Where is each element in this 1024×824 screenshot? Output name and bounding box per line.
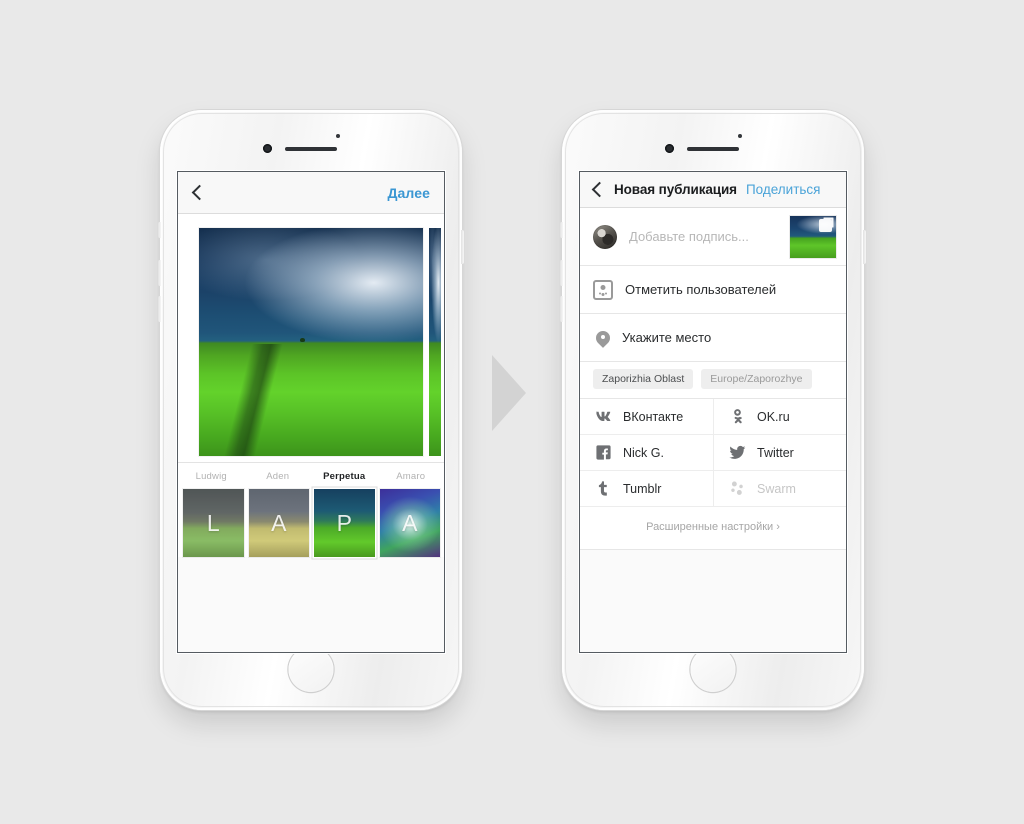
power-button[interactable] — [461, 230, 464, 264]
left-phone-screen: Далее Ludwig Aden Perpetua Amaro L A P A — [178, 172, 444, 652]
avatar — [593, 224, 617, 249]
id-card-icon — [593, 279, 613, 300]
social-label-ok: OK.ru — [757, 409, 790, 424]
tumblr-icon — [595, 480, 612, 497]
caption-input[interactable]: Добавьте подпись... — [629, 229, 778, 244]
field-path-detail — [203, 344, 305, 456]
filter-thumb-aden[interactable]: A — [248, 489, 309, 557]
social-row-twitter[interactable]: Twitter — [713, 435, 846, 471]
filter-letter-aden: A — [271, 509, 287, 536]
front-camera-icon — [665, 144, 674, 153]
social-share-grid: ВКонтакте OK.ru Nick G. Twitter Tumblr S… — [580, 399, 846, 507]
filter-thumb-perpetua[interactable]: P — [314, 489, 375, 557]
social-row-ok[interactable]: OK.ru — [713, 399, 846, 435]
proximity-sensor-icon — [738, 134, 742, 138]
tag-users-label: Отметить пользователей — [625, 282, 777, 297]
chevron-left-icon[interactable] — [591, 181, 608, 198]
filter-name-row: Ludwig Aden Perpetua Amaro — [178, 463, 444, 489]
silent-switch[interactable] — [158, 222, 161, 238]
multiple-photos-icon — [819, 218, 832, 232]
filter-letter-perpetua: P — [336, 509, 352, 536]
field-photo-image-peek — [429, 228, 441, 456]
filter-letter-amaro: A — [402, 509, 418, 536]
social-label-tumblr: Tumblr — [623, 481, 662, 496]
chevron-left-icon[interactable] — [191, 184, 208, 201]
filter-strip-spacer — [178, 557, 444, 652]
facebook-icon — [595, 444, 612, 461]
volume-down-button[interactable] — [158, 296, 161, 322]
filter-name-aden[interactable]: Aden — [245, 471, 312, 482]
swarm-icon — [729, 480, 746, 497]
location-chips-row: Zaporizhia Oblast Europe/Zaporozhye — [580, 362, 846, 399]
screenshot-stage: Далее Ludwig Aden Perpetua Amaro L A P A… — [0, 0, 1024, 824]
filter-name-perpetua[interactable]: Perpetua — [311, 471, 378, 482]
location-chip-region[interactable]: Zaporizhia Oblast — [593, 369, 694, 389]
share-button[interactable]: Поделиться — [746, 182, 821, 197]
social-row-swarm[interactable]: Swarm — [713, 471, 846, 507]
share-screen-navbar: Новая публикация Поделиться — [580, 172, 846, 208]
proximity-sensor-icon — [336, 134, 340, 138]
location-label: Укажите место — [622, 330, 712, 345]
silent-switch[interactable] — [560, 222, 563, 238]
power-button[interactable] — [863, 230, 866, 264]
filter-thumb-ludwig[interactable]: L — [183, 489, 244, 557]
social-label-swarm: Swarm — [757, 481, 796, 496]
home-button[interactable] — [288, 647, 334, 692]
social-row-tumblr[interactable]: Tumblr — [580, 471, 713, 507]
next-button[interactable]: Далее — [387, 185, 430, 201]
tag-users-row[interactable]: Отметить пользователей — [580, 266, 846, 314]
home-button[interactable] — [690, 647, 736, 692]
advanced-settings-link[interactable]: Расширенные настройки › — [580, 507, 846, 550]
social-row-vk[interactable]: ВКонтакте — [580, 399, 713, 435]
earpiece-speaker — [687, 147, 739, 151]
edit-screen-navbar: Далее — [178, 172, 444, 214]
caption-row[interactable]: Добавьте подпись... — [580, 208, 846, 266]
phone-left-device: Далее Ludwig Aden Perpetua Amaro L A P A — [158, 110, 464, 710]
social-label-twitter: Twitter — [757, 445, 794, 460]
location-row[interactable]: Укажите место — [580, 314, 846, 362]
social-label-vk: ВКонтакте — [623, 409, 684, 424]
photo-preview-area — [178, 214, 444, 462]
filter-thumb-amaro[interactable]: A — [379, 489, 440, 557]
triangle-right-icon — [492, 355, 526, 431]
right-phone-screen: Новая публикация Поделиться Добавьте под… — [580, 172, 846, 652]
volume-up-button[interactable] — [560, 260, 563, 286]
filter-name-ludwig[interactable]: Ludwig — [178, 471, 245, 482]
photo-preview[interactable] — [199, 228, 423, 456]
ok-icon — [729, 408, 746, 425]
vk-icon — [595, 408, 612, 425]
photo-next-peek[interactable] — [429, 228, 441, 456]
twitter-icon — [729, 444, 746, 461]
map-pin-icon — [596, 331, 610, 345]
social-row-facebook[interactable]: Nick G. — [580, 435, 713, 471]
volume-down-button[interactable] — [560, 296, 563, 322]
phone-right-device: Новая публикация Поделиться Добавьте под… — [560, 110, 866, 710]
social-label-facebook: Nick G. — [623, 445, 664, 460]
filter-letter-ludwig: L — [206, 509, 220, 536]
filter-name-amaro[interactable]: Amaro — [378, 471, 445, 482]
filter-strip: Ludwig Aden Perpetua Amaro L A P A — [178, 462, 444, 557]
earpiece-speaker — [285, 147, 337, 151]
front-camera-icon — [263, 144, 272, 153]
filter-thumbnail-row: L A P A — [178, 489, 444, 557]
volume-up-button[interactable] — [158, 260, 161, 286]
field-tree-detail — [299, 338, 305, 343]
location-chip-timezone[interactable]: Europe/Zaporozhye — [701, 369, 812, 389]
post-thumbnail[interactable] — [790, 215, 836, 258]
page-title: Новая публикация — [614, 182, 737, 197]
share-screen-spacer — [580, 550, 846, 652]
